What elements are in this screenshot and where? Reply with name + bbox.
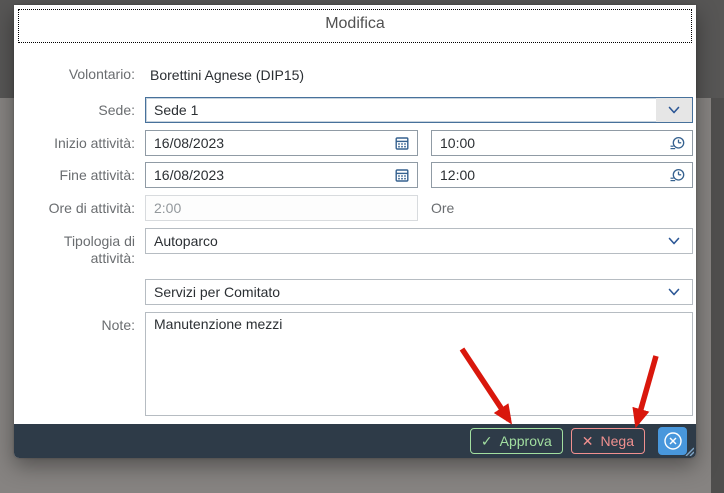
nega-button[interactable]: ✕ Nega xyxy=(571,428,645,454)
check-icon: ✓ xyxy=(481,433,493,450)
tipologia-label: Tipologia di attività: xyxy=(30,228,135,267)
inizio-time-input[interactable] xyxy=(432,131,662,155)
approva-button[interactable]: ✓ Approva xyxy=(470,428,563,454)
inizio-time-field xyxy=(431,130,693,156)
ore-input xyxy=(146,196,417,220)
categoria-row: Servizi per Comitato xyxy=(30,279,683,305)
volontario-row: Volontario: Borettini Agnese (DIP15) xyxy=(30,66,683,83)
calendar-icon[interactable] xyxy=(387,131,417,155)
edit-form: Volontario: Borettini Agnese (DIP15) Sed… xyxy=(14,45,696,416)
clock-icon[interactable] xyxy=(662,131,692,155)
dialog-header[interactable]: Modifica xyxy=(14,5,696,45)
categoria-select[interactable]: Servizi per Comitato xyxy=(145,279,693,305)
ore-unit-label: Ore xyxy=(431,200,454,216)
approva-button-label: Approva xyxy=(500,433,552,449)
chevron-down-icon xyxy=(656,98,692,122)
ore-field xyxy=(145,195,418,221)
modifica-dialog: Modifica Volontario: Borettini Agnese (D… xyxy=(14,5,696,458)
sede-select[interactable]: Sede 1 xyxy=(145,97,693,123)
sede-label: Sede: xyxy=(30,102,135,119)
clock-icon[interactable] xyxy=(662,163,692,187)
sede-select-value: Sede 1 xyxy=(146,102,656,118)
calendar-icon[interactable] xyxy=(387,163,417,187)
inizio-row: Inizio attività: xyxy=(30,130,683,156)
volontario-label: Volontario: xyxy=(30,66,135,83)
x-icon: ✕ xyxy=(582,433,594,450)
note-label: Note: xyxy=(30,312,135,334)
note-row: Note: Manutenzione mezzi xyxy=(30,312,683,416)
sede-row: Sede: Sede 1 xyxy=(30,97,683,123)
fine-time-input[interactable] xyxy=(432,163,662,187)
fine-row: Fine attività: xyxy=(30,162,683,188)
ore-label: Ore di attività: xyxy=(30,200,135,217)
inizio-date-field xyxy=(145,130,418,156)
nega-button-label: Nega xyxy=(601,433,634,449)
dimmed-background-strip xyxy=(711,98,724,493)
dialog-title: Modifica xyxy=(14,5,696,43)
decline-circle-icon xyxy=(663,431,683,451)
resize-grip[interactable] xyxy=(683,445,694,456)
volontario-value: Borettini Agnese (DIP15) xyxy=(145,67,304,83)
inizio-date-input[interactable] xyxy=(146,131,387,155)
categoria-select-value: Servizi per Comitato xyxy=(146,284,656,300)
note-textarea[interactable]: Manutenzione mezzi xyxy=(145,312,693,416)
fine-label: Fine attività: xyxy=(30,167,135,184)
chevron-down-icon xyxy=(656,229,692,253)
inizio-label: Inizio attività: xyxy=(30,135,135,152)
tipologia-row: Tipologia di attività: Autoparco xyxy=(30,228,683,267)
tipologia-select-value: Autoparco xyxy=(146,233,656,249)
tipologia-select[interactable]: Autoparco xyxy=(145,228,693,254)
fine-time-field xyxy=(431,162,693,188)
fine-date-field xyxy=(145,162,418,188)
fine-date-input[interactable] xyxy=(146,163,387,187)
chevron-down-icon xyxy=(656,280,692,304)
dialog-footer: ✓ Approva ✕ Nega xyxy=(14,424,696,458)
ore-row: Ore di attività: Ore xyxy=(30,195,683,221)
